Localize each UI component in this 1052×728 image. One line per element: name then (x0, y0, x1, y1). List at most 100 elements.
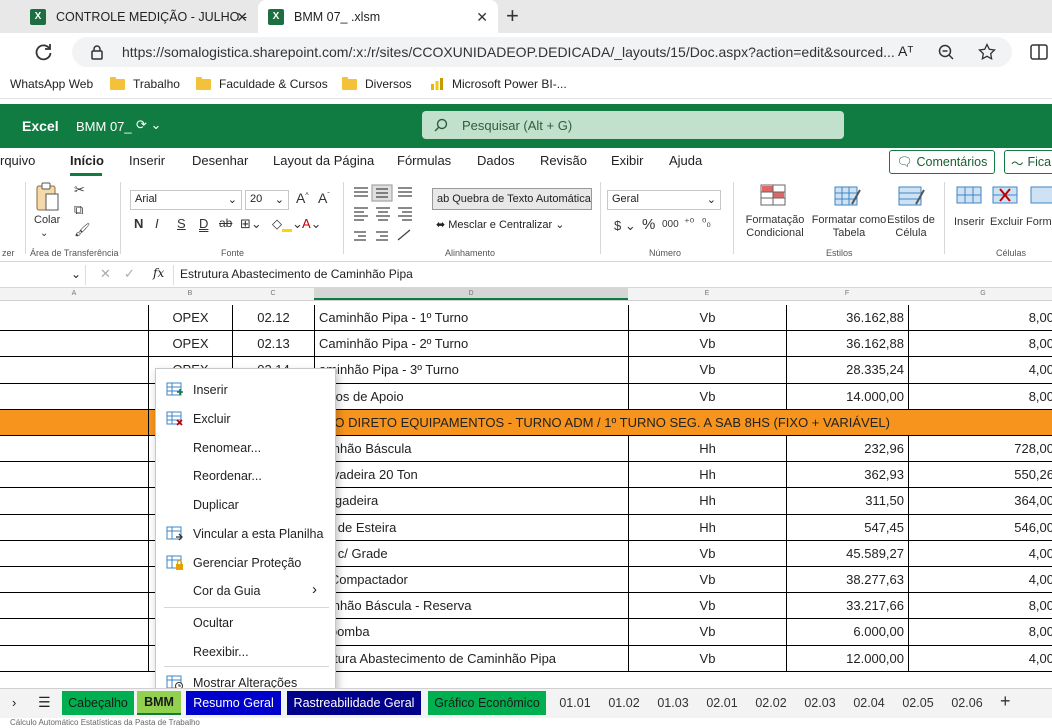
cell-d[interactable]: rregadeira (314, 488, 628, 514)
paste-dropdown-icon[interactable]: ⌄ (40, 228, 48, 239)
sheet-tab[interactable]: Resumo Geral (186, 691, 281, 715)
number-format-select[interactable]: Geral ⌄ (607, 190, 721, 210)
delete-cells-icon[interactable] (992, 184, 1018, 206)
cell-e[interactable]: Vb (628, 567, 786, 593)
cell-e[interactable]: Hh (628, 514, 786, 540)
sheet-tab[interactable]: 02.03 (797, 691, 843, 715)
cell-g[interactable]: 4,00 (908, 540, 1052, 566)
browser-tab-controle[interactable]: X CONTROLE MEDIÇÃO - JULHO - ✕ (20, 0, 258, 33)
sheet-tab[interactable]: Rastreabilidade Geral (287, 691, 421, 715)
autosave-icon[interactable]: ⟳ ⌄ (136, 117, 161, 133)
menu-item-vincular[interactable]: Vincular a esta Planilha (156, 521, 336, 547)
copy-icon[interactable]: ⧉ (74, 202, 83, 218)
strikethrough-button[interactable]: ab (219, 216, 232, 230)
tab-desenhar[interactable]: Desenhar (192, 153, 248, 168)
cell-f[interactable]: 547,45 (786, 514, 908, 540)
cell-e[interactable]: Vb (628, 305, 786, 331)
cell-e[interactable]: Vb (628, 357, 786, 383)
font-color-icon[interactable]: A⌄ (302, 216, 322, 232)
close-tab-icon[interactable]: ✕ (236, 9, 248, 26)
menu-item-excluir[interactable]: Excluir (156, 406, 336, 432)
format-as-table-button[interactable]: Formatar como Tabela (810, 214, 888, 240)
currency-button[interactable]: $ ⌄ (614, 218, 636, 234)
cell-e[interactable]: Vb (628, 619, 786, 645)
cell-f[interactable]: 12.000,00 (786, 645, 908, 671)
sheet-tab[interactable]: Cabeçalho (62, 691, 134, 715)
chevron-right-icon[interactable]: › (12, 695, 16, 710)
tab-ajuda[interactable]: Ajuda (669, 153, 702, 168)
lock-icon[interactable] (90, 44, 104, 60)
cell-f[interactable]: 362,93 (786, 462, 908, 488)
cell-f[interactable]: 28.335,24 (786, 357, 908, 383)
cell-f[interactable]: 38.277,63 (786, 567, 908, 593)
tab-exibir[interactable]: Exibir (611, 153, 644, 168)
name-box[interactable]: ⌄ (0, 265, 86, 285)
sheet-tab[interactable]: 02.05 (895, 691, 941, 715)
column-header-c[interactable]: C (232, 290, 314, 297)
add-sheet-button[interactable]: + (1000, 691, 1011, 712)
underline-button[interactable]: S (177, 216, 186, 231)
conditional-format-button[interactable]: Formatação Condicional (742, 214, 808, 240)
bookmark-diversos[interactable]: Diversos (342, 76, 412, 91)
tab-inserir[interactable]: Inserir (129, 153, 165, 168)
delete-cells-button[interactable]: Excluir (990, 216, 1023, 228)
column-header-d[interactable]: D (314, 288, 628, 300)
format-table-icon[interactable] (834, 184, 862, 208)
cell-e[interactable]: Vb (628, 645, 786, 671)
format-cells-icon[interactable] (1030, 184, 1052, 206)
cell-b[interactable]: OPEX (148, 331, 232, 357)
formula-input[interactable]: Estrutura Abastecimento de Caminhão Pipa (180, 267, 413, 281)
cell-g[interactable]: 4,00 (908, 645, 1052, 671)
cell-g[interactable]: 8,00 (908, 331, 1052, 357)
italic-button[interactable]: I (155, 216, 159, 231)
cell-d[interactable]: minhão Báscula - Reserva (314, 593, 628, 619)
bookmark-trabalho[interactable]: Trabalho (110, 76, 180, 91)
sheet-tab[interactable]: 02.04 (846, 691, 892, 715)
enter-icon[interactable]: ✓ (124, 266, 135, 282)
cell-e[interactable]: Hh (628, 488, 786, 514)
sheet-tab[interactable]: BMM (137, 691, 181, 715)
read-aloud-icon[interactable]: Aᵀ (898, 43, 913, 59)
menu-item-reexibir[interactable]: Reexibir... (156, 639, 336, 665)
bookmark-faculdade[interactable]: Faculdade & Cursos (196, 76, 328, 91)
cell-d[interactable]: Caminhão Pipa - 2º Turno (314, 331, 628, 357)
menu-item-renomear[interactable]: Renomear... (156, 435, 336, 461)
shrink-font-icon[interactable]: Aˇ (318, 190, 330, 206)
tab-formulas[interactable]: Fórmulas (397, 153, 451, 168)
cell-g[interactable]: 546,00 (908, 514, 1052, 540)
sheet-tab[interactable]: 01.01 (552, 691, 598, 715)
insert-cells-button[interactable]: Inserir (954, 216, 985, 228)
close-tab-icon[interactable]: ✕ (476, 9, 488, 26)
excel-app-name[interactable]: Excel (22, 118, 59, 134)
column-header-g[interactable]: G (908, 290, 1052, 297)
cell-d[interactable]: tobomba (314, 619, 628, 645)
cell-d[interactable]: aminhão Pipa - 3º Turno (314, 357, 628, 383)
column-header-e[interactable]: E (628, 290, 786, 297)
font-name-select[interactable]: Arial ⌄ (130, 190, 242, 210)
font-size-select[interactable]: 20 ⌄ (245, 190, 289, 210)
cell-f[interactable]: 36.162,88 (786, 331, 908, 357)
bookmark-powerbi[interactable]: Microsoft Power BI-... (430, 77, 567, 91)
paste-button[interactable]: Colar (34, 214, 60, 226)
cell-d[interactable]: Caminhão Pipa - 1º Turno (314, 305, 628, 331)
cell-e[interactable]: Vb (628, 383, 786, 409)
cell-f[interactable]: 45.589,27 (786, 540, 908, 566)
cell-g[interactable]: 8,00 (908, 619, 1052, 645)
cell-g[interactable]: 364,00 (908, 488, 1052, 514)
cell-d[interactable]: cavadeira 20 Ton (314, 462, 628, 488)
decrease-decimal-icon[interactable]: ⁰₀ (702, 216, 711, 229)
thousands-button[interactable]: 000 (662, 219, 679, 230)
bookmark-whatsapp[interactable]: WhatsApp Web (10, 77, 93, 91)
sheet-tab[interactable]: Gráfico Econômico (428, 691, 546, 715)
cell-styles-icon[interactable] (898, 184, 926, 208)
cell-e[interactable]: Vb (628, 540, 786, 566)
cell-d[interactable]: trutura Abastecimento de Caminhão Pipa (314, 645, 628, 671)
format-cells-button[interactable]: Forma (1026, 216, 1052, 228)
tab-revisao[interactable]: Revisão (540, 153, 587, 168)
paste-icon[interactable] (34, 182, 60, 212)
sheet-tab[interactable]: 01.03 (650, 691, 696, 715)
cell-b[interactable]: OPEX (148, 305, 232, 331)
column-header-b[interactable]: B (148, 290, 232, 297)
browser-tab-bmm[interactable]: X BMM 07_ .xlsm ✕ (258, 0, 498, 33)
cell-f[interactable]: 14.000,00 (786, 383, 908, 409)
